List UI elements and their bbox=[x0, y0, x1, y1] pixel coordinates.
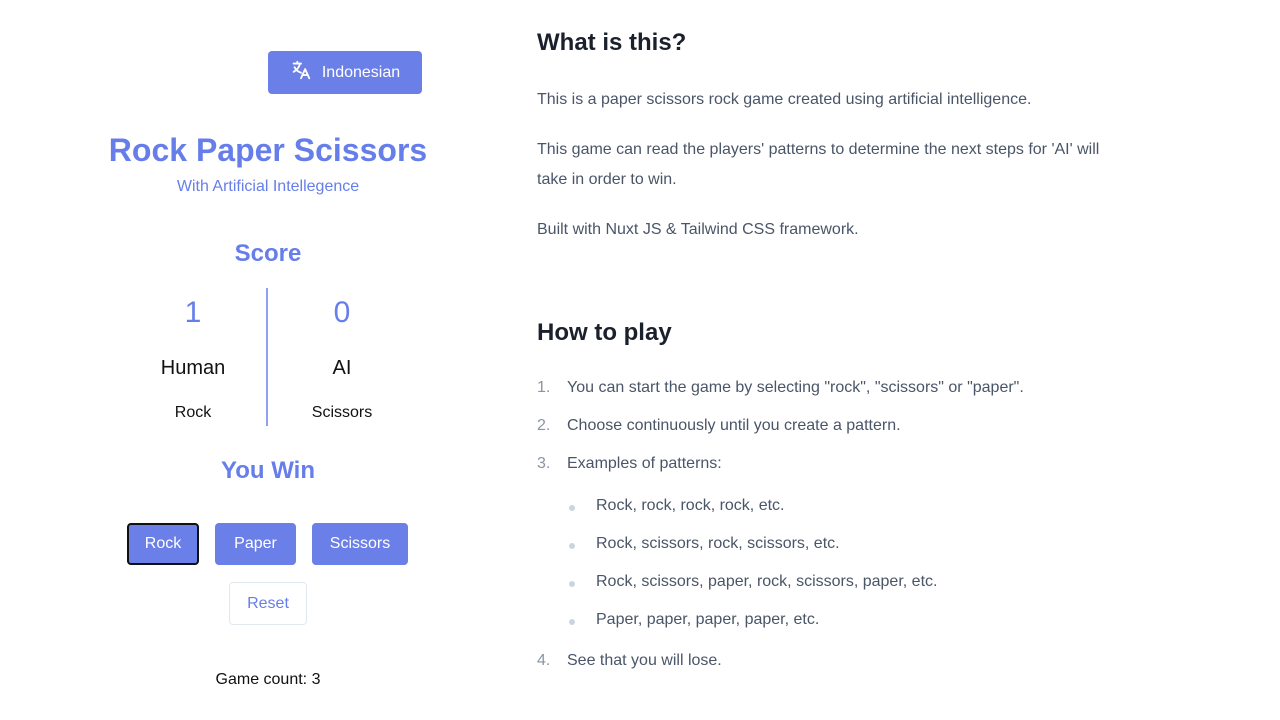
pattern-text: Rock, scissors, rock, scissors, etc. bbox=[596, 535, 840, 552]
how-heading: How to play bbox=[537, 319, 672, 346]
round-result: You Win bbox=[221, 457, 315, 484]
language-toggle-button[interactable]: Indonesian bbox=[268, 51, 422, 94]
language-label: Indonesian bbox=[321, 63, 401, 81]
bullet-icon bbox=[569, 619, 575, 625]
step-text: You can start the game by selecting "roc… bbox=[567, 379, 1024, 396]
info-panel: What is this? This is a paper scissors r… bbox=[537, 0, 1237, 720]
ai-choice: Scissors bbox=[311, 404, 373, 421]
step-number: 4. bbox=[537, 652, 551, 669]
human-score: 1 bbox=[184, 296, 202, 329]
step-number: 1. bbox=[537, 379, 551, 396]
bullet-icon bbox=[569, 543, 575, 549]
step-number: 2. bbox=[537, 417, 551, 434]
score-heading: Score bbox=[234, 240, 302, 267]
what-paragraph-1: This is a paper scissors rock game creat… bbox=[537, 91, 1032, 108]
game-panel: Indonesian Rock Paper Scissors With Arti… bbox=[0, 0, 536, 720]
step-text: See that you will lose. bbox=[567, 652, 722, 669]
rock-button[interactable]: Rock bbox=[127, 523, 199, 565]
bullet-icon bbox=[569, 505, 575, 511]
human-choice: Rock bbox=[174, 404, 212, 421]
what-paragraph-3: Built with Nuxt JS & Tailwind CSS framew… bbox=[537, 221, 859, 238]
reset-button[interactable]: Reset bbox=[229, 582, 307, 625]
translate-icon bbox=[290, 59, 312, 86]
bullet-icon bbox=[569, 581, 575, 587]
game-count: Game count: 3 bbox=[215, 671, 321, 688]
step-text: Examples of patterns: bbox=[567, 455, 722, 472]
pattern-text: Paper, paper, paper, paper, etc. bbox=[596, 611, 820, 628]
human-label: Human bbox=[160, 357, 226, 379]
what-heading: What is this? bbox=[537, 29, 687, 56]
step-text: Choose continuously until you create a p… bbox=[567, 417, 901, 434]
game-title: Rock Paper Scissors bbox=[108, 132, 428, 168]
scissors-button[interactable]: Scissors bbox=[312, 523, 408, 565]
game-subtitle: With Artificial Intellegence bbox=[176, 178, 360, 195]
pattern-text: Rock, scissors, paper, rock, scissors, p… bbox=[596, 573, 938, 590]
step-number: 3. bbox=[537, 455, 551, 472]
ai-label: AI bbox=[332, 357, 352, 379]
pattern-text: Rock, rock, rock, rock, etc. bbox=[596, 497, 785, 514]
ai-score: 0 bbox=[333, 296, 351, 329]
paper-button[interactable]: Paper bbox=[215, 523, 296, 565]
what-paragraph-2: This game can read the players' patterns… bbox=[537, 141, 1100, 188]
